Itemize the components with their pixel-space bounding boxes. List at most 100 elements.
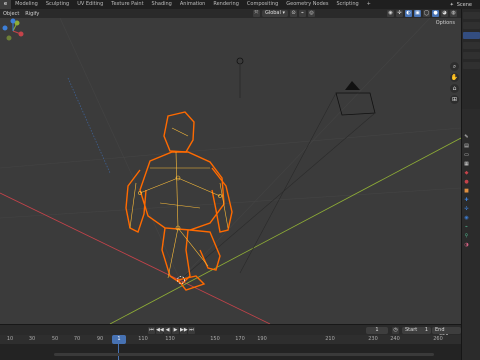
navigation-gizmo[interactable]: [0, 18, 26, 44]
end-label: End: [435, 327, 445, 333]
ruler-tick: 150: [210, 336, 220, 342]
material-icon[interactable]: ◑: [463, 242, 470, 249]
modifier-icon[interactable]: ✚: [463, 197, 470, 204]
camera-object[interactable]: [179, 81, 376, 281]
output-icon[interactable]: ▭: [463, 152, 470, 159]
next-key-icon[interactable]: ▶▶: [180, 327, 188, 334]
jump-end-icon[interactable]: ⏭: [188, 327, 195, 334]
outliner-row[interactable]: [463, 62, 480, 69]
tab-modeling[interactable]: Modeling: [11, 0, 42, 9]
jump-start-icon[interactable]: ⏮: [148, 327, 155, 334]
object-menu[interactable]: Object: [0, 11, 22, 17]
visibility-icon[interactable]: ◉: [387, 10, 394, 17]
armature-character[interactable]: [125, 111, 233, 291]
tab-animation[interactable]: Animation: [176, 0, 210, 9]
hand-icon[interactable]: ✋: [450, 73, 459, 82]
tab-layout[interactable]: e: [0, 0, 12, 9]
add-workspace-button[interactable]: +: [363, 0, 375, 9]
tab-rendering[interactable]: Rendering: [209, 0, 243, 9]
data-icon[interactable]: ⚲: [463, 233, 470, 240]
ruler-tick: 260: [433, 336, 443, 342]
floor-grid: [0, 18, 461, 281]
ruler-tick: 130: [165, 336, 175, 342]
clock-icon[interactable]: ◷: [392, 327, 399, 334]
tab-scripting[interactable]: Scripting: [332, 0, 362, 9]
constraints-icon[interactable]: ⌁: [463, 224, 470, 231]
end-frame-field[interactable]: End 250: [432, 327, 461, 340]
frame-ruler[interactable]: 10 30 50 70 90 110 130 150 170 190 210 2…: [0, 335, 461, 344]
prev-key-icon[interactable]: ◀◀: [156, 327, 164, 334]
ruler-tick: 30: [28, 336, 36, 342]
start-frame-field[interactable]: Start 1: [402, 327, 431, 334]
gizmo-toggle-icon[interactable]: ✣: [396, 10, 403, 17]
y-axis-line: [109, 137, 461, 324]
outliner-row[interactable]: [463, 12, 480, 19]
outliner-row[interactable]: [463, 22, 480, 29]
tab-texture-paint[interactable]: Texture Paint: [107, 0, 147, 9]
xray-toggle-icon[interactable]: ▣: [414, 10, 421, 17]
ruler-tick: 230: [368, 336, 378, 342]
start-value: 1: [424, 327, 428, 333]
zoom-icon[interactable]: ⌕: [450, 62, 459, 71]
ruler-tick: 110: [138, 336, 148, 342]
tab-uv-editing[interactable]: UV Editing: [73, 0, 107, 9]
world-icon[interactable]: ●: [463, 179, 470, 186]
pivot-icon[interactable]: ⊙: [290, 10, 297, 17]
rendered-shading-icon[interactable]: ◍: [450, 10, 457, 17]
x-axis-line: [0, 192, 271, 324]
orientation-value: Global: [264, 10, 281, 16]
orientation-dropdown[interactable]: Global ▾: [261, 10, 288, 17]
playhead[interactable]: 1: [112, 335, 126, 344]
view-layer-icon[interactable]: ▦: [463, 161, 470, 168]
outliner-row[interactable]: [463, 52, 480, 59]
render-icon[interactable]: ▤: [463, 143, 470, 150]
ruler-tick: 50: [51, 336, 59, 342]
outliner-row-selected[interactable]: [463, 32, 480, 39]
tab-geometry-nodes[interactable]: Geometry Nodes: [282, 0, 332, 9]
ruler-tick: 190: [257, 336, 267, 342]
solid-shading-icon[interactable]: ●: [432, 10, 439, 17]
playhead-line: [118, 344, 119, 360]
object-icon[interactable]: ■: [463, 188, 470, 195]
viewport-header: Object Rigify ⤧ Global ▾ ⊙ ⌁ ◎ ◉ ✣ ◐ ▣ ◯…: [0, 9, 461, 18]
ruler-tick: 70: [73, 336, 81, 342]
play-icon[interactable]: ▶: [172, 327, 179, 334]
ruler-tick: 240: [390, 336, 400, 342]
proportional-edit-icon[interactable]: ◎: [308, 10, 315, 17]
properties-tabs: ✎ ▤ ▭ ▦ ◆ ● ■ ✚ ✣ ◉ ⌁ ⚲ ◑: [463, 134, 470, 249]
particles-icon[interactable]: ✣: [463, 206, 470, 213]
workspace-tab-bar: e Modeling Sculpting UV Editing Texture …: [0, 0, 480, 9]
ruler-tick: 10: [6, 336, 14, 342]
tool-icon[interactable]: ✎: [463, 134, 470, 141]
outliner[interactable]: [462, 9, 480, 109]
reverse-play-icon[interactable]: ◀: [164, 327, 171, 334]
right-side-panel: ✎ ▤ ▭ ▦ ◆ ● ■ ✚ ✣ ◉ ⌁ ⚲ ◑: [461, 9, 480, 360]
overlay-toggle-icon[interactable]: ◐: [405, 10, 412, 17]
tab-shading[interactable]: Shading: [148, 0, 176, 9]
scene-selector[interactable]: ✦ Scene: [447, 0, 480, 9]
physics-icon[interactable]: ◉: [463, 215, 470, 222]
scene-props-icon[interactable]: ◆: [463, 170, 470, 177]
camera-view-icon[interactable]: ⌂: [450, 84, 459, 93]
current-frame-field[interactable]: 1: [366, 327, 388, 334]
transform-orientation-icon[interactable]: ⤧: [252, 10, 260, 17]
motion-path: [67, 77, 111, 174]
snap-icon[interactable]: ⌁: [299, 10, 306, 17]
timeline-scrollbar[interactable]: [54, 353, 434, 356]
outliner-row[interactable]: [463, 42, 480, 49]
viewport-scene: [0, 18, 461, 324]
ruler-tick: 90: [96, 336, 104, 342]
timeline[interactable]: 10 30 50 70 90 110 130 150 170 190 210 2…: [0, 335, 461, 360]
material-shading-icon[interactable]: ◕: [441, 10, 448, 17]
wireframe-shading-icon[interactable]: ◯: [423, 10, 430, 17]
grid-icon[interactable]: ⊞: [450, 95, 459, 104]
viewport-nav-buttons: ⌕ ✋ ⌂ ⊞: [450, 62, 459, 104]
tab-sculpting[interactable]: Sculpting: [42, 0, 73, 9]
start-label: Start: [405, 327, 418, 333]
tab-compositing[interactable]: Compositing: [243, 0, 282, 9]
rigify-menu[interactable]: Rigify: [22, 11, 42, 17]
scene-icon: ✦: [449, 1, 454, 8]
light-object[interactable]: [236, 57, 244, 98]
options-dropdown[interactable]: Options: [436, 20, 455, 26]
3d-viewport[interactable]: Options ⌕ ✋ ⌂ ⊞: [0, 18, 461, 324]
